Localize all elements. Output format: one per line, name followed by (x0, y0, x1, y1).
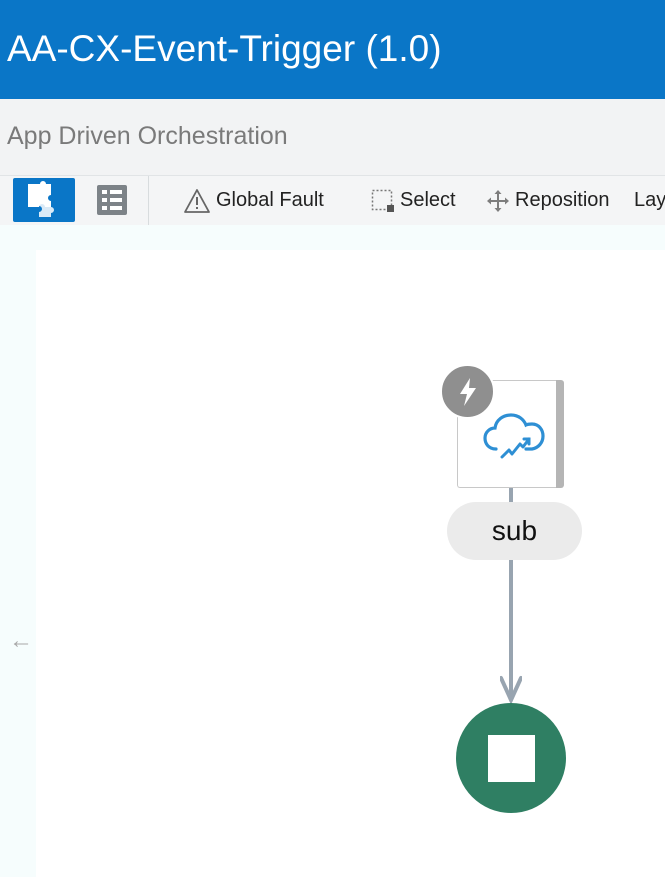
cloud-trigger-icon (483, 413, 545, 459)
select-tool-button[interactable]: Select (371, 176, 456, 225)
lightning-bolt-icon (459, 377, 476, 406)
list-icon (97, 185, 127, 215)
reposition-label: Reposition (515, 189, 610, 211)
canvas-left-margin (0, 250, 36, 877)
collapse-arrow-icon[interactable]: ← (9, 626, 33, 656)
event-trigger-badge (440, 364, 495, 419)
reposition-tool-button[interactable]: Reposition (486, 176, 610, 225)
select-label: Select (400, 189, 456, 211)
toolbar-divider (148, 176, 149, 225)
connector-line (509, 488, 513, 502)
trigger-node-label[interactable]: sub (447, 502, 582, 560)
layout-menu-button[interactable]: Lay (634, 176, 665, 225)
flow-connector-arrow (500, 560, 522, 705)
move-arrows-icon (487, 189, 509, 212)
list-view-button[interactable] (81, 178, 143, 222)
global-fault-label: Global Fault (216, 189, 324, 211)
trigger-card-edge (556, 380, 564, 488)
puzzle-icon (28, 181, 54, 217)
app-header: AA-CX-Event-Trigger (1.0) (0, 0, 665, 99)
layout-label: Lay (634, 189, 665, 211)
end-node[interactable] (456, 703, 566, 813)
select-marquee-icon (371, 189, 394, 212)
stop-icon (487, 734, 535, 782)
warning-icon (184, 188, 210, 213)
orchestration-type-label: App Driven Orchestration (7, 122, 288, 150)
canvas-toolbar: Global Fault Select Reposition Lay (0, 175, 665, 226)
global-fault-button[interactable]: Global Fault (183, 176, 324, 225)
canvas-view-button[interactable] (13, 178, 75, 222)
integration-title: AA-CX-Event-Trigger (1.0) (7, 28, 442, 69)
canvas-top-margin (0, 225, 665, 250)
